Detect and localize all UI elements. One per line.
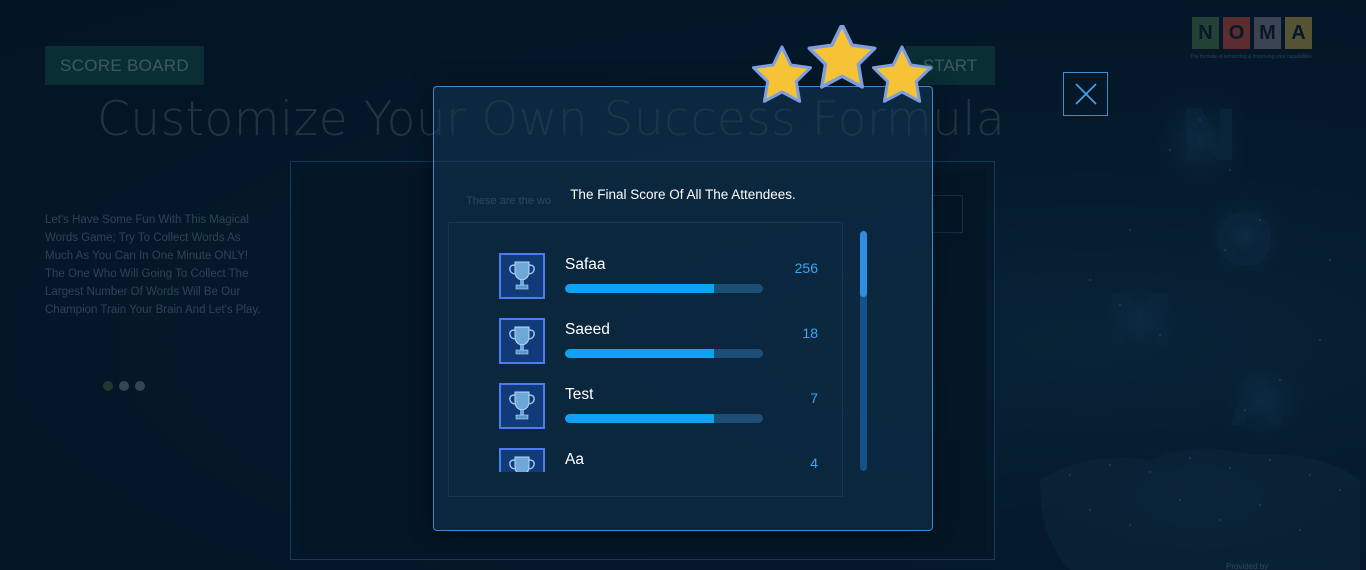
attendee-row: Aa 4: [498, 444, 828, 472]
star-icon: [872, 45, 932, 103]
attendee-row: Test 7: [498, 379, 828, 429]
score-bar-fill: [565, 414, 714, 423]
trophy-icon: [509, 456, 535, 472]
close-icon: [1074, 83, 1097, 105]
trophy-badge: [499, 253, 545, 299]
score-bar: [565, 284, 763, 293]
score-bar-fill: [565, 349, 714, 358]
attendee-row: Safaa 256: [498, 249, 828, 299]
attendee-name: Aa: [565, 451, 584, 468]
trophy-badge: [499, 383, 545, 429]
attendee-score: 256: [794, 260, 818, 276]
scrollbar-thumb[interactable]: [860, 231, 867, 297]
attendee-list[interactable]: Safaa 256 Saeed 18 Test 7 Aa 4: [498, 246, 828, 472]
trophy-icon: [509, 261, 535, 290]
trophy-badge: [499, 318, 545, 364]
star-icon: [807, 25, 877, 89]
attendee-name: Safaa: [565, 256, 606, 273]
attendee-score: 7: [810, 390, 818, 406]
modal-title: The Final Score Of All The Attendees.: [570, 187, 796, 202]
trophy-icon: [509, 326, 535, 355]
attendee-name: Test: [565, 386, 594, 403]
score-bar: [565, 349, 763, 358]
attendee-score: 18: [802, 325, 818, 341]
star-icon: [752, 45, 812, 103]
trophy-badge: [499, 448, 545, 472]
final-score-modal: These are the wo The Final Score Of All …: [433, 25, 933, 531]
trophy-icon: [509, 391, 535, 420]
attendee-name: Saeed: [565, 321, 610, 338]
attendee-score: 4: [810, 455, 818, 471]
score-bar-fill: [565, 284, 714, 293]
attendee-row: Saeed 18: [498, 314, 828, 364]
list-scrollbar[interactable]: [860, 231, 867, 471]
stars-rating: [752, 25, 932, 103]
score-bar: [565, 414, 763, 423]
close-button[interactable]: [1063, 72, 1108, 116]
